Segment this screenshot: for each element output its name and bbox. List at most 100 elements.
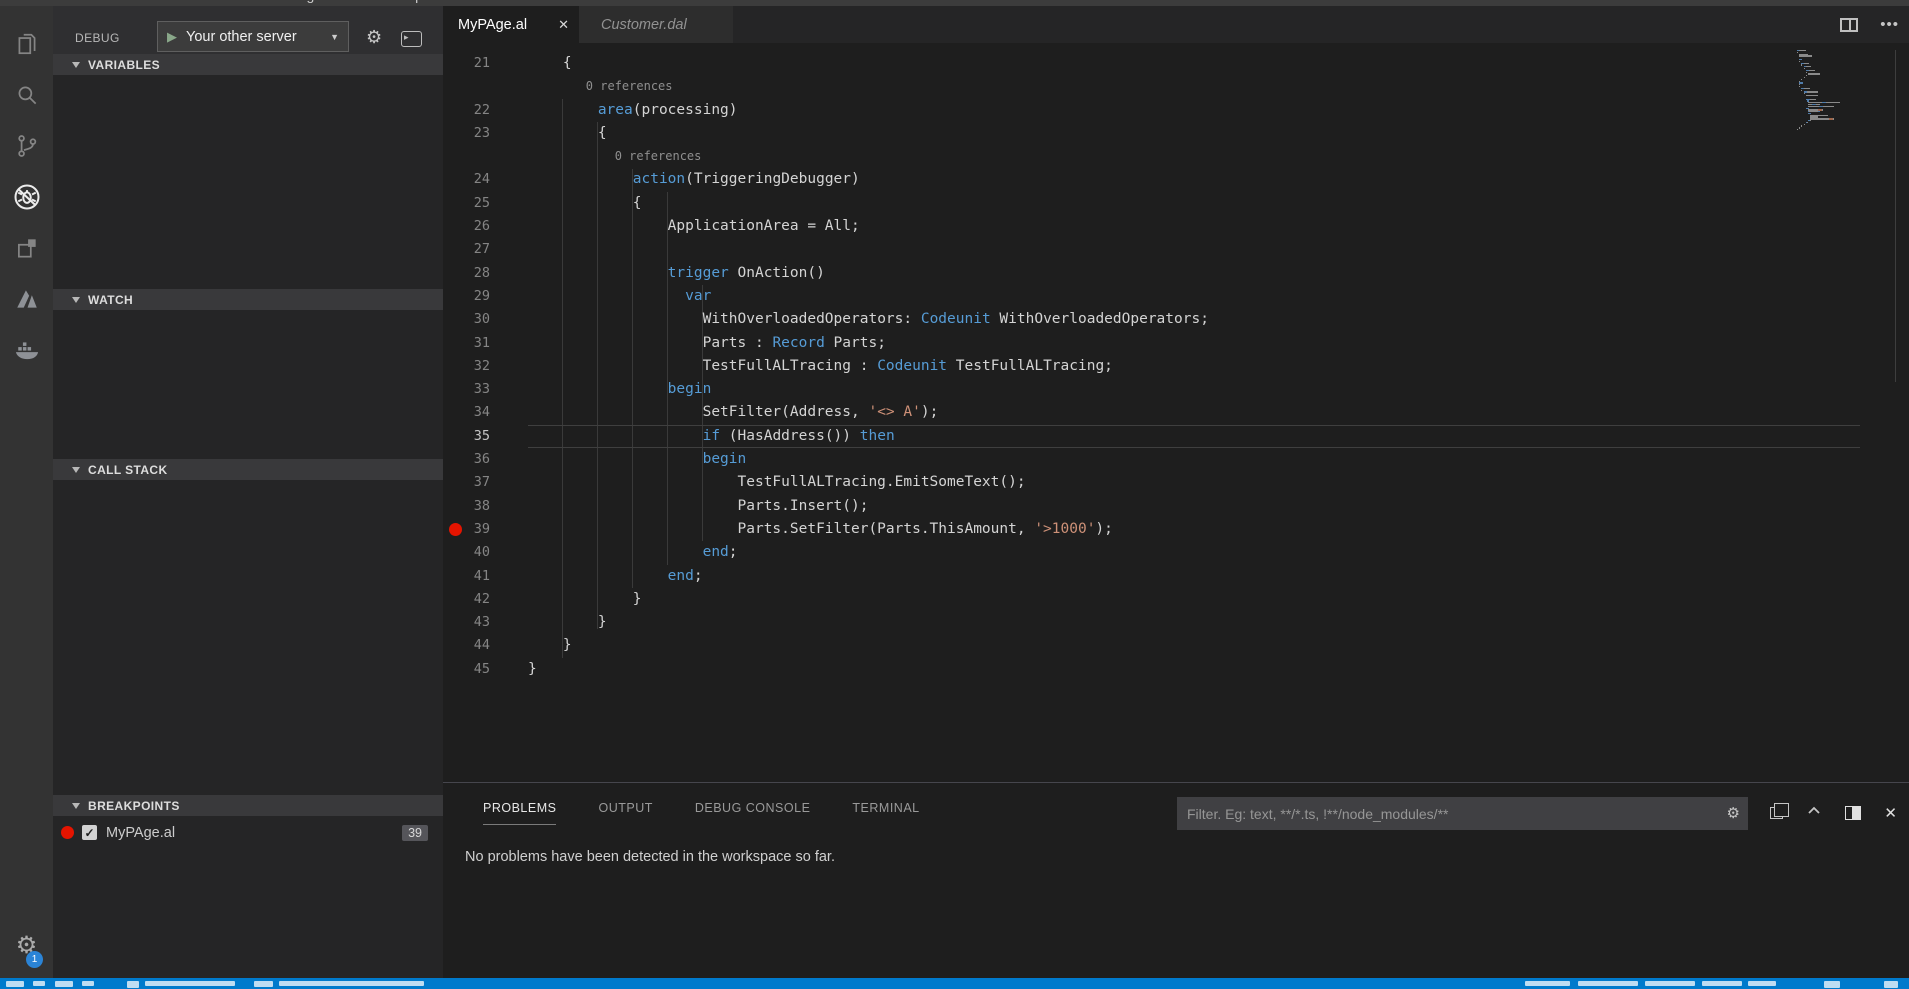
settings-gear[interactable]: ⚙ 1 (0, 928, 53, 964)
section-call-stack[interactable]: CALL STACK (53, 459, 443, 480)
code-line[interactable]: 44} (443, 634, 1909, 657)
menu-view[interactable]: View (180, 0, 210, 3)
code-line[interactable]: 41end; (443, 565, 1909, 588)
debug-toolbar: DEBUG ▶ Your other server ▼ ⚙ ▸ (53, 6, 443, 56)
code-line[interactable]: 30WithOverloadedOperators: Codeunit With… (443, 308, 1909, 331)
codelens[interactable]: 0 references (443, 145, 1909, 168)
tab-mypage[interactable]: MyPAge.al ✕ (443, 6, 579, 43)
debug-config-name: Your other server (186, 29, 324, 45)
debug-config-dropdown[interactable]: ▶ Your other server ▼ (157, 21, 349, 52)
code-line[interactable]: 24action(TriggeringDebugger) (443, 168, 1909, 191)
docker-icon[interactable] (0, 324, 53, 375)
code-line[interactable]: 35if (HasAddress()) then (443, 425, 1909, 448)
panel-tab-output[interactable]: OUTPUT (598, 801, 652, 825)
status-fragment (1824, 981, 1840, 988)
filter-gear-icon[interactable]: ⚙ (1727, 806, 1740, 821)
code-line[interactable]: 23{ (443, 122, 1909, 145)
code-editor[interactable]: 21{0 references22area(processing)23{0 re… (443, 43, 1909, 782)
code-lines: 21{0 references22area(processing)23{0 re… (443, 52, 1909, 681)
search-icon[interactable] (0, 69, 53, 120)
source-control-icon[interactable] (0, 120, 53, 171)
breakpoint-list-item[interactable]: ✓ MyPAge.al 39 (53, 820, 443, 845)
tab-customer[interactable]: Customer.dal (579, 6, 733, 43)
debug-title: DEBUG (75, 31, 120, 45)
status-fragment (55, 981, 73, 987)
configure-gear-icon[interactable]: ⚙ (366, 28, 382, 46)
start-debug-icon[interactable]: ▶ (167, 29, 177, 45)
debug-console-icon[interactable]: ▸ (401, 31, 422, 47)
breakpoint-line-badge: 39 (402, 825, 428, 841)
code-line[interactable]: 29var (443, 285, 1909, 308)
status-fragment (254, 981, 273, 987)
menu-debug[interactable]: Debug (273, 0, 314, 3)
panel-tab-problems[interactable]: PROBLEMS (483, 801, 556, 825)
status-fragment (6, 981, 24, 987)
more-actions-icon[interactable]: ••• (1880, 16, 1899, 33)
breakpoint-checkbox[interactable]: ✓ (82, 825, 97, 840)
breakpoint-dot[interactable] (449, 523, 462, 536)
code-line[interactable]: 27 (443, 238, 1909, 261)
code-line[interactable]: 28trigger OnAction() (443, 262, 1909, 285)
section-breakpoints[interactable]: BREAKPOINTS (53, 795, 443, 816)
code-line[interactable]: 37TestFullALTracing.EmitSomeText(); (443, 471, 1909, 494)
menu-selection[interactable]: Selection (101, 0, 159, 3)
code-line[interactable]: 26ApplicationArea = All; (443, 215, 1909, 238)
code-line[interactable]: 25{ (443, 192, 1909, 215)
code-line[interactable]: 40end; (443, 541, 1909, 564)
extensions-icon[interactable] (0, 222, 53, 273)
debug-icon[interactable] (0, 171, 53, 222)
menu-file[interactable]: File (10, 0, 33, 3)
status-fragment (33, 981, 45, 986)
panel-layout-icon[interactable] (1770, 807, 1783, 819)
codelens[interactable]: 0 references (443, 75, 1909, 98)
settings-badge: 1 (26, 951, 43, 968)
menu-go[interactable]: Go (232, 0, 251, 3)
panel-tab-debug-console[interactable]: DEBUG CONSOLE (695, 801, 811, 825)
toggle-sidebar-icon[interactable] (1845, 806, 1861, 820)
status-fragment (1884, 981, 1898, 988)
collapse-arrow-icon (72, 467, 80, 473)
menu-edit[interactable]: Edit (55, 0, 79, 3)
section-watch[interactable]: WATCH (53, 289, 443, 310)
split-editor-icon[interactable] (1840, 18, 1858, 32)
code-line[interactable]: 31Parts : Record Parts; (443, 332, 1909, 355)
collapse-arrow-icon (72, 62, 80, 68)
menu-tasks[interactable]: Tasks (336, 0, 372, 3)
code-line[interactable]: 34SetFilter(Address, '<> A'); (443, 401, 1909, 424)
panel-tab-terminal[interactable]: TERMINAL (852, 801, 919, 825)
code-line[interactable]: 36begin (443, 448, 1909, 471)
code-line[interactable]: 22area(processing) (443, 99, 1909, 122)
close-icon[interactable]: ✕ (558, 17, 569, 33)
maximize-panel-icon[interactable] (1806, 803, 1822, 822)
menu-help[interactable]: Help (394, 0, 423, 3)
azure-icon[interactable] (0, 273, 53, 324)
filter-input[interactable] (1177, 806, 1727, 822)
code-line[interactable]: 45} (443, 658, 1909, 681)
code-line[interactable]: 32TestFullALTracing : Codeunit TestFullA… (443, 355, 1909, 378)
bottom-panel: PROBLEMS OUTPUT DEBUG CONSOLE TERMINAL ⚙… (443, 782, 1909, 978)
code-line[interactable]: 21{ (443, 52, 1909, 75)
close-panel-icon[interactable]: ✕ (1884, 804, 1897, 822)
status-fragment (1645, 981, 1695, 986)
code-line[interactable]: 39Parts.SetFilter(Parts.ThisAmount, '>10… (443, 518, 1909, 541)
code-line[interactable]: 38Parts.Insert(); (443, 495, 1909, 518)
minimap[interactable] (1797, 50, 1845, 131)
code-line[interactable]: 42} (443, 588, 1909, 611)
status-fragment (1702, 981, 1742, 986)
status-fragment (1748, 981, 1776, 986)
status-fragment (1525, 981, 1570, 986)
vscode-window: File Edit Selection View Go Debug Tasks … (0, 0, 1909, 989)
explorer-icon[interactable] (0, 18, 53, 69)
status-bar[interactable] (0, 978, 1909, 989)
code-line[interactable]: 33begin (443, 378, 1909, 401)
activity-bar: ⚙ 1 (0, 6, 53, 978)
breakpoint-file: MyPAge.al (106, 825, 402, 841)
status-fragment (145, 981, 235, 986)
editor-tab-bar: MyPAge.al ✕ Customer.dal ••• (443, 6, 1909, 43)
scrollbar[interactable] (1895, 50, 1896, 382)
section-variables[interactable]: VARIABLES (53, 54, 443, 75)
code-line[interactable]: 43} (443, 611, 1909, 634)
status-fragment (82, 981, 94, 986)
status-fragment (1578, 981, 1638, 986)
problems-message: No problems have been detected in the wo… (465, 849, 835, 865)
